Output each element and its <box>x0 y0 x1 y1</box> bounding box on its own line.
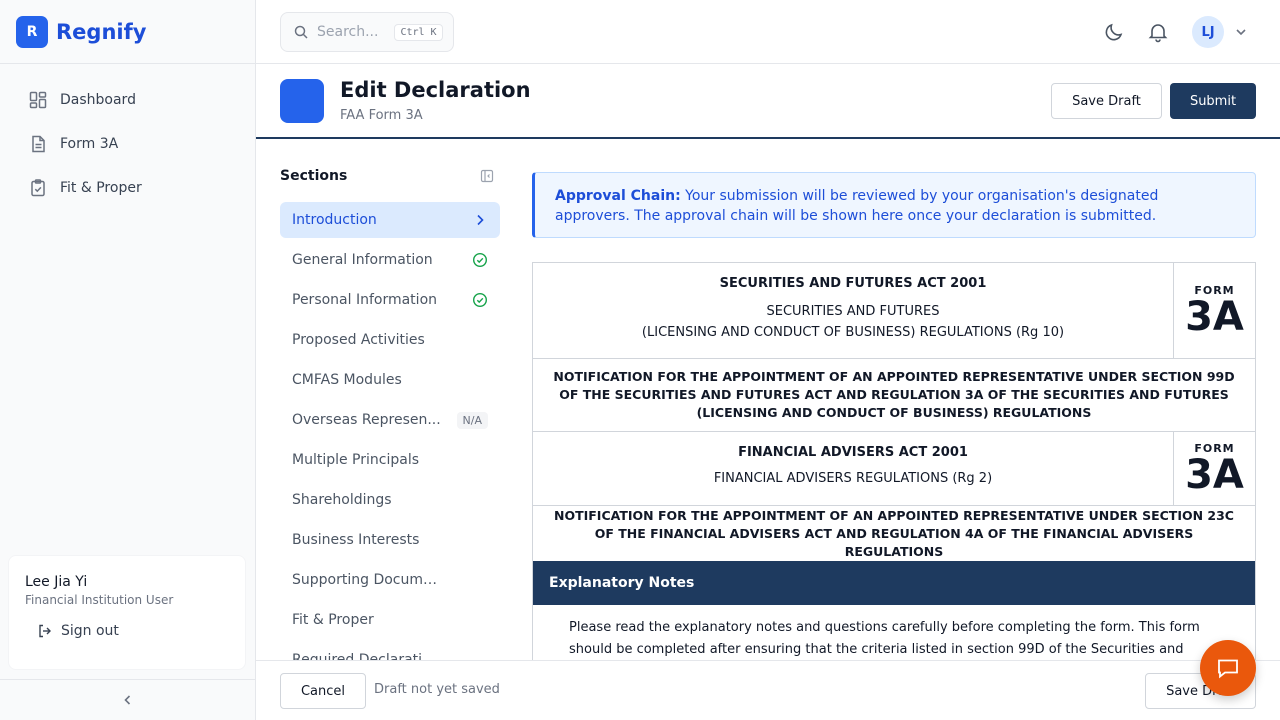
sfa-header-row: SECURITIES AND FUTURES ACT 2001 SECURITI… <box>533 263 1255 359</box>
user-name: Lee Jia Yi <box>25 574 88 590</box>
section-label: Proposed Activities <box>292 332 425 348</box>
main-content: Approval Chain: Your submission will be … <box>532 172 1256 660</box>
sfa-subtitle-line2: (LICENSING AND CONDUCT OF BUSINESS) REGU… <box>641 325 1065 340</box>
search-placeholder: Search... <box>317 24 379 40</box>
section-item-proposed-activities[interactable]: Proposed Activities <box>280 322 500 358</box>
section-label: Shareholdings <box>292 492 392 508</box>
brand-name: Regnify <box>56 19 147 44</box>
form-number: 3A <box>1185 294 1244 340</box>
section-item-cmfas-modules[interactable]: CMFAS Modules <box>280 362 500 398</box>
user-card: Lee Jia Yi Financial Institution User Si… <box>8 555 246 670</box>
chevron-down-icon[interactable] <box>1234 25 1248 39</box>
explanatory-notes-text: Please read the explanatory notes and qu… <box>569 620 1200 657</box>
sidebar: R Regnify Dashboard Form 3A Fit & Proper… <box>0 0 256 720</box>
faa-subtitle: FINANCIAL ADVISERS REGULATIONS (Rg 2) <box>713 471 993 486</box>
sfa-subtitle-line1: SECURITIES AND FUTURES <box>766 304 940 319</box>
sidebar-item-label: Fit & Proper <box>60 180 142 196</box>
sidebar-item-fit-proper[interactable]: Fit & Proper <box>16 168 239 208</box>
submit-button[interactable]: Submit <box>1170 83 1256 119</box>
sfa-notification: NOTIFICATION FOR THE APPOINTMENT OF AN A… <box>553 369 1235 420</box>
section-item-multiple-principals[interactable]: Multiple Principals <box>280 442 500 478</box>
faa-header-row: FINANCIAL ADVISERS ACT 2001 FINANCIAL AD… <box>533 432 1255 506</box>
section-item-shareholdings[interactable]: Shareholdings <box>280 482 500 518</box>
chat-bubble-icon <box>1218 659 1238 679</box>
search-icon <box>294 25 308 39</box>
approval-label: Approval Chain: <box>555 188 681 204</box>
avatar[interactable]: LJ <box>1192 16 1224 48</box>
faa-header: FINANCIAL ADVISERS ACT 2001 FINANCIAL AD… <box>533 432 1173 505</box>
sign-out-button[interactable]: Sign out <box>37 623 229 639</box>
section-item-introduction[interactable]: Introduction <box>280 202 500 238</box>
section-label: Multiple Principals <box>292 452 420 468</box>
na-badge: N/A <box>456 411 488 429</box>
check-circle-icon <box>472 252 488 268</box>
sfa-title: SECURITIES AND FUTURES ACT 2001 <box>719 276 987 291</box>
chat-button[interactable] <box>1200 640 1256 696</box>
section-item-fit-proper[interactable]: Fit & Proper <box>280 602 500 638</box>
sign-out-icon <box>39 624 51 638</box>
page-subtitle: FAA Form 3A <box>340 108 423 123</box>
sfa-subtitle: SECURITIES AND FUTURES (LICENSING AND CO… <box>549 301 1157 343</box>
section-item-business-interests[interactable]: Business Interests <box>280 522 500 558</box>
search-shortcut: Ctrl K <box>394 23 443 41</box>
topbar: Search... Ctrl K LJ <box>256 0 1280 64</box>
draft-status: Draft not yet saved <box>374 682 500 697</box>
bell-icon[interactable] <box>1146 20 1170 44</box>
form-number-box: FORM 3A <box>1173 432 1255 505</box>
sidebar-item-form-3a[interactable]: Form 3A <box>16 124 239 164</box>
section-label: Fit & Proper <box>292 612 374 628</box>
section-label: General Information <box>292 252 433 268</box>
faa-notification-row: NOTIFICATION FOR THE APPOINTMENT OF AN A… <box>533 506 1255 561</box>
sidebar-item-dashboard[interactable]: Dashboard <box>16 80 239 120</box>
section-item-general-information[interactable]: General Information <box>280 242 500 278</box>
section-label: Introduction <box>292 212 377 228</box>
sidebar-nav: Dashboard Form 3A Fit & Proper <box>0 64 255 228</box>
section-item-personal-information[interactable]: Personal Information <box>280 282 500 318</box>
faa-notification: NOTIFICATION FOR THE APPOINTMENT OF AN A… <box>554 507 1234 559</box>
save-draft-button[interactable]: Save Draft <box>1051 83 1162 119</box>
page-title: Edit Declaration <box>340 78 531 102</box>
page-icon <box>280 79 324 123</box>
form-number-box: FORM 3A <box>1173 263 1255 358</box>
collapse-panel-icon[interactable] <box>480 169 494 183</box>
brand-logo: R <box>16 15 48 48</box>
section-label: Personal Information <box>292 292 438 308</box>
section-label: Required Declarations <box>292 652 444 660</box>
sections-header: Sections <box>280 160 500 192</box>
section-item-supporting-documents[interactable]: Supporting Documents <box>280 562 500 598</box>
sidebar-item-label: Dashboard <box>60 92 136 108</box>
sign-out-label: Sign out <box>61 623 119 639</box>
document-icon <box>32 135 45 153</box>
check-circle-icon <box>472 292 488 308</box>
chevron-left-icon <box>124 695 131 705</box>
section-label: Business Interests <box>292 532 420 548</box>
section-label: CMFAS Modules <box>292 372 402 388</box>
chevron-right-icon <box>477 214 484 226</box>
search-input[interactable]: Search... Ctrl K <box>280 12 454 52</box>
form-number: 3A <box>1185 452 1244 498</box>
sidebar-item-label: Form 3A <box>60 136 119 152</box>
form-footer: Cancel Draft not yet saved Save Draft <box>256 660 1280 720</box>
clipboard-check-icon <box>31 179 45 197</box>
brand[interactable]: R Regnify <box>0 0 255 64</box>
sfa-notification-row: NOTIFICATION FOR THE APPOINTMENT OF AN A… <box>533 359 1255 432</box>
dashboard-grid-icon <box>29 91 47 109</box>
sections-title: Sections <box>280 168 348 184</box>
moon-icon[interactable] <box>1102 20 1126 44</box>
cancel-button[interactable]: Cancel <box>280 673 366 709</box>
collapse-sidebar-button[interactable] <box>0 679 256 720</box>
faa-title: FINANCIAL ADVISERS ACT 2001 <box>738 445 968 460</box>
section-label: Overseas Represen... <box>292 412 441 428</box>
page-header: Edit Declaration FAA Form 3A Save Draft … <box>256 64 1280 139</box>
user-role: Financial Institution User <box>25 593 174 607</box>
section-label: Supporting Documents <box>292 572 444 588</box>
sections-panel: Sections Introduction General Informatio… <box>280 160 500 660</box>
section-item-required-declarations[interactable]: Required Declarations <box>280 642 500 660</box>
approval-chain-notice: Approval Chain: Your submission will be … <box>532 172 1256 238</box>
sfa-header: SECURITIES AND FUTURES ACT 2001 SECURITI… <box>533 263 1173 358</box>
sections-list: Introduction General Information Persona… <box>280 202 500 660</box>
form-document: SECURITIES AND FUTURES ACT 2001 SECURITI… <box>532 262 1256 660</box>
section-item-overseas-representative[interactable]: Overseas Represen... N/A <box>280 402 500 438</box>
